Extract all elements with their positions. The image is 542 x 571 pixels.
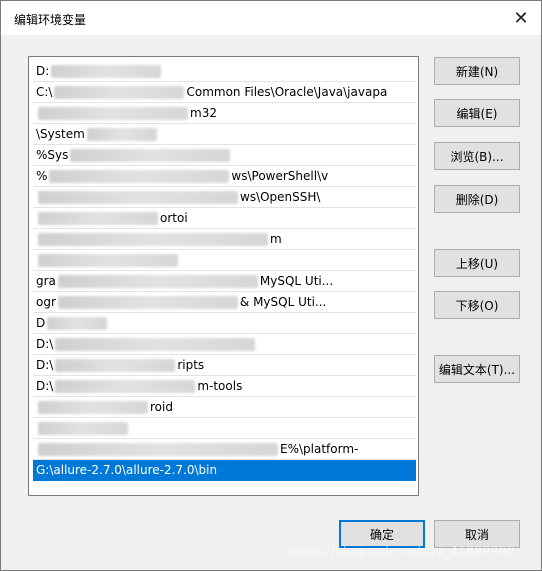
path-suffix: Common Files\Oracle\Java\javapa [186,85,388,99]
edit-env-var-dialog: 编辑环境变量 ✕ D: C:\ Common Files\Oracle\Java\j… [0,0,542,571]
redacted-text [54,86,185,99]
path-prefix: D:\ [36,379,54,393]
redacted-text [86,128,157,141]
path-list-item[interactable]: ortoi [33,208,416,229]
redacted-text [55,359,176,372]
move-up-button[interactable]: 上移(U) [434,249,520,277]
path-prefix: \System [36,127,85,141]
redacted-text [55,338,256,351]
path-list-item[interactable]: G:\allure-2.7.0\allure-2.7.0\bin [33,460,416,481]
redacted-text [38,107,188,120]
edit-text-button[interactable]: 编辑文本(T)... [434,355,520,383]
redacted-text [47,317,108,330]
path-prefix: ogr [36,295,56,309]
close-button[interactable]: ✕ [501,1,541,35]
path-suffix: & MySQL Uti... [239,295,327,309]
path-suffix: m-tools [197,379,243,393]
path-list-item[interactable]: D:\ [33,334,416,355]
watermark: https://blog.csdn.net/qq_41899990 [288,544,516,558]
browse-button[interactable]: 浏览(B)... [434,142,520,170]
redacted-text [38,212,158,225]
path-suffix: ripts [177,358,205,372]
path-list-item[interactable]: gra MySQL Uti... [33,271,416,292]
path-list-item[interactable]: roid [33,397,416,418]
path-list-item[interactable]: C:\ Common Files\Oracle\Java\javapa [33,82,416,103]
redacted-text [38,254,178,267]
path-suffix: MySQL Uti... [259,274,334,288]
path-suffix: E%\platform- [280,442,359,456]
path-prefix: D [36,316,46,330]
redacted-text [38,422,128,435]
path-list-item[interactable] [33,250,416,271]
path-suffix: ortoi [160,211,188,225]
path-list-item[interactable]: ws\OpenSSH\ [33,187,416,208]
redacted-text [57,296,238,309]
path-list-item[interactable]: ogr & MySQL Uti... [33,292,416,313]
redacted-text [38,401,148,414]
path-list-item[interactable]: \System [33,124,416,145]
redacted-text [38,233,268,246]
path-list-item[interactable]: E%\platform- [33,439,416,460]
path-suffix: ws\PowerShell\v [231,169,329,183]
path-list-item[interactable]: D:\ m-tools [33,376,416,397]
path-suffix: m [270,232,282,246]
path-list-item[interactable]: D:\ ripts [33,355,416,376]
delete-button[interactable]: 删除(D) [434,185,520,213]
path-list-item[interactable]: D: [33,61,416,82]
path-suffix: ws\OpenSSH\ [240,190,321,204]
redacted-text [51,65,162,78]
path-list-item[interactable] [33,418,416,439]
edit-button[interactable]: 编辑(E) [434,99,520,127]
path-list-item[interactable]: %Sys [33,145,416,166]
move-down-button[interactable]: 下移(O) [434,291,520,319]
redacted-text [57,275,258,288]
path-prefix: D:\ [36,337,54,351]
redacted-text [38,443,278,456]
redacted-text [55,380,196,393]
path-list-item[interactable]: m [33,229,416,250]
redacted-text [49,170,230,183]
title-bar: 编辑环境变量 ✕ [1,1,541,35]
close-icon: ✕ [513,7,529,29]
path-list-item[interactable]: % ws\PowerShell\v [33,166,416,187]
redacted-text [38,191,238,204]
path-prefix: gra [36,274,56,288]
path-list[interactable]: D: C:\ Common Files\Oracle\Java\javapa m32 \… [28,56,419,496]
path-prefix: D: [36,64,50,78]
path-prefix: % [36,169,48,183]
path-list-item[interactable]: m32 [33,103,416,124]
path-prefix: C:\ [36,85,53,99]
redacted-text [70,149,231,162]
path-list-item[interactable]: D [33,313,416,334]
dialog-title: 编辑环境变量 [14,13,87,27]
path-suffix: m32 [190,106,217,120]
path-prefix: %Sys [36,148,69,162]
path-prefix: G:\allure-2.7.0\allure-2.7.0\bin [36,463,218,477]
new-button[interactable]: 新建(N) [434,57,520,85]
path-prefix: D:\ [36,358,54,372]
path-suffix: roid [150,400,173,414]
